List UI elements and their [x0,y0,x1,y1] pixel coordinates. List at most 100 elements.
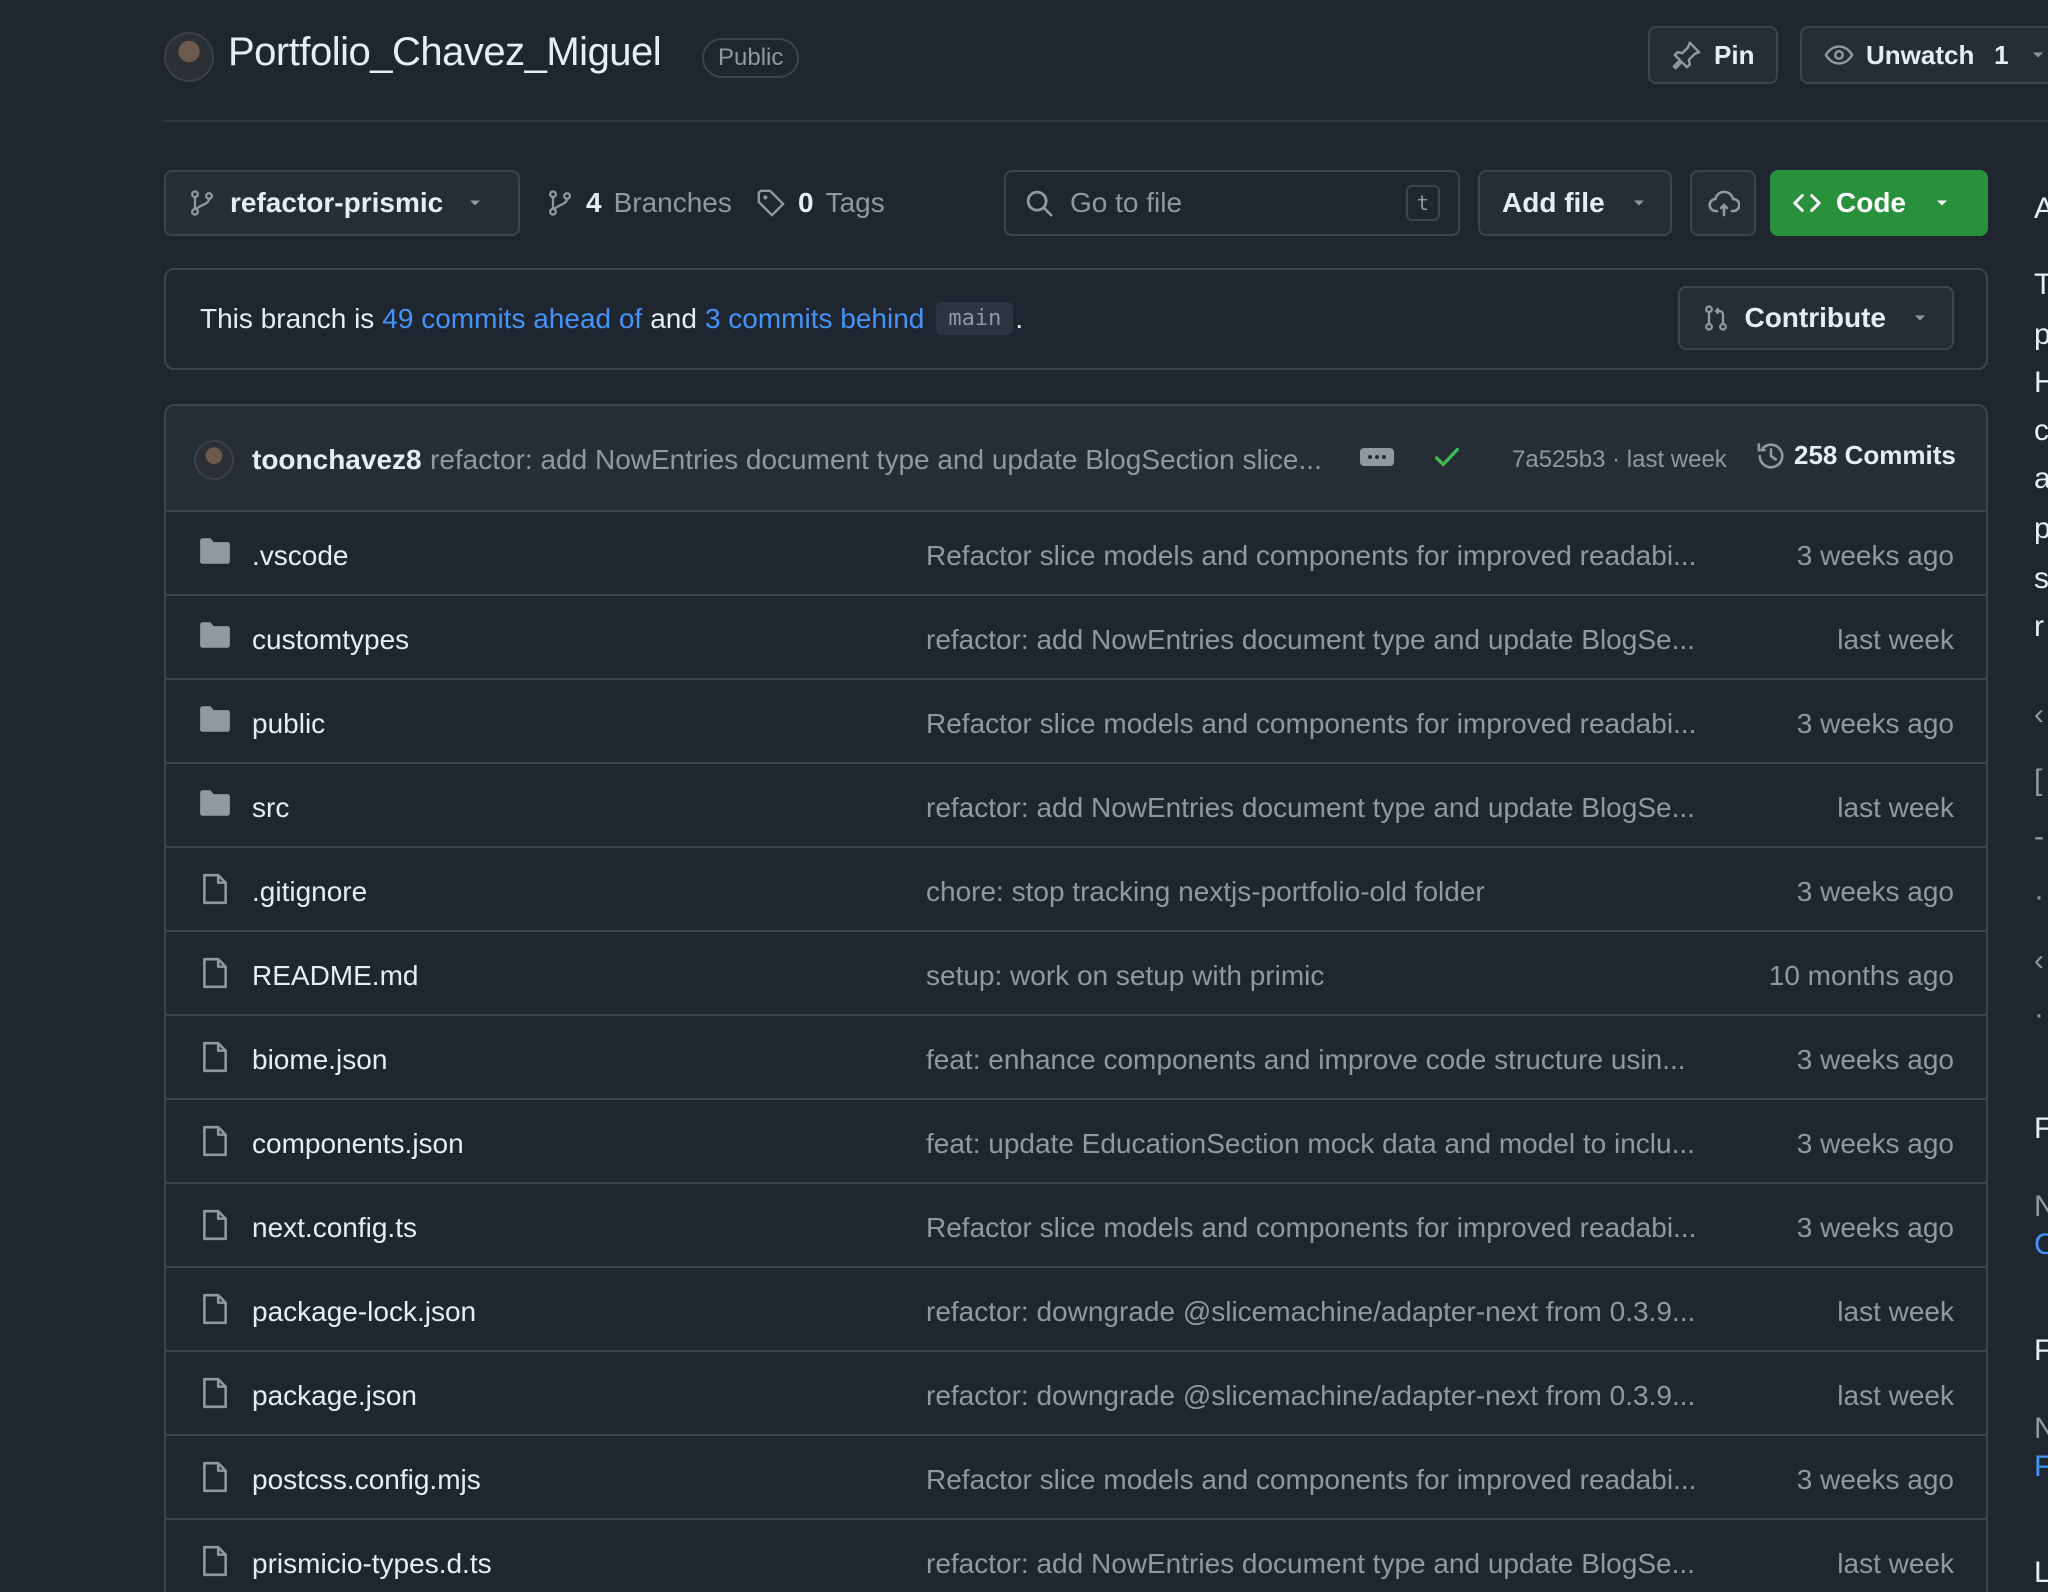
branch-selector[interactable]: refactor-prismic [164,170,520,236]
pin-button[interactable]: Pin [1648,26,1779,84]
add-file-button[interactable]: Add file [1478,170,1672,236]
file-icon [200,1124,230,1158]
sidebar-link-fragment[interactable]: F [2034,1450,2048,1484]
branch-status-suffix: . [1015,302,1024,334]
sidebar-icon-fragment: ‹ [2034,698,2044,731]
file-commit-message[interactable]: refactor: downgrade @slicemachine/adapte… [926,1296,1695,1328]
cloud-sync-icon [1708,187,1740,219]
contribute-button[interactable]: Contribute [1678,286,1954,350]
file-commit-time: 10 months ago [1768,960,1954,991]
tags-link[interactable]: 0 Tags [756,170,885,236]
commit-hash-time[interactable]: 7a525b3 · last week [1512,446,1727,474]
watch-dropdown-icon[interactable] [2028,45,2048,65]
file-row[interactable]: README.md setup: work on setup with primi… [166,932,1986,1016]
pin-icon [1672,40,1702,70]
file-commit-message[interactable]: feat: update EducationSection mock data … [926,1128,1695,1160]
file-name-link[interactable]: src [252,792,289,824]
file-name-link[interactable]: customtypes [252,624,409,656]
sidebar-text-fragment: p [2034,318,2048,351]
go-to-file-input[interactable]: Go to file t [1004,170,1460,236]
file-commit-time: 3 weeks ago [1796,876,1954,907]
file-commit-message[interactable]: refactor: add NowEntries document type a… [926,1548,1695,1580]
code-icon [1792,188,1822,218]
file-commit-message[interactable]: chore: stop tracking nextjs-portfolio-ol… [926,876,1485,908]
file-commit-message[interactable]: Refactor slice models and components for… [926,1464,1696,1496]
file-name-link[interactable]: package.json [252,1380,417,1412]
tag-icon [756,188,786,218]
file-name-link[interactable]: next.config.ts [252,1212,417,1244]
file-row[interactable]: customtypes refactor: add NowEntries docu… [166,596,1986,680]
sidebar-text-fragment: T [2034,268,2048,301]
file-name-link[interactable]: biome.json [252,1044,387,1076]
file-commit-time: 3 weeks ago [1796,1464,1954,1495]
file-icon [200,1544,230,1578]
branches-link[interactable]: 4 Branches [546,170,732,236]
file-commit-message[interactable]: Refactor slice models and components for… [926,708,1696,740]
file-row[interactable]: biome.json feat: enhance components and i… [166,1016,1986,1100]
file-commit-message[interactable]: Refactor slice models and components for… [926,1212,1696,1244]
file-commit-time: 3 weeks ago [1796,1044,1954,1075]
code-dropdown-icon [1932,193,1952,213]
file-name-link[interactable]: package-lock.json [252,1296,476,1328]
file-name-link[interactable]: README.md [252,960,418,992]
file-commit-time: 3 weeks ago [1796,708,1954,739]
file-commit-message[interactable]: refactor: add NowEntries document type a… [926,792,1695,824]
sidebar-heading-fragment: F [2034,1112,2048,1145]
file-row[interactable]: package-lock.json refactor: downgrade @sl… [166,1268,1986,1352]
repo-name[interactable]: Portfolio_Chavez_Miguel [228,30,662,75]
file-row[interactable]: prismicio-types.d.ts refactor: add NowEnt… [166,1520,1986,1592]
file-table: toonchavez8 refactor: add NowEntries doc… [164,404,1988,1592]
sidebar-link-fragment[interactable]: C [2034,1228,2048,1262]
owner-avatar[interactable] [164,32,214,82]
codespaces-button[interactable] [1690,170,1756,236]
file-name-link[interactable]: components.json [252,1128,464,1160]
file-commit-message[interactable]: Refactor slice models and components for… [926,540,1696,572]
commit-author[interactable]: toonchavez8 [252,444,422,476]
file-row[interactable]: .vscode Refactor slice models and compone… [166,512,1986,596]
commits-count: 258 Commits [1794,440,1956,470]
tags-label: Tags [825,187,885,218]
file-icon [200,1292,230,1326]
folder-icon [198,620,232,650]
file-commit-message[interactable]: feat: enhance components and improve cod… [926,1044,1686,1076]
file-commit-time: last week [1837,1380,1954,1411]
watch-label: Unwatch [1866,39,1975,70]
file-row[interactable]: .gitignore chore: stop tracking nextjs-po… [166,848,1986,932]
ellipsis-icon[interactable] [1360,448,1394,466]
folder-icon [198,536,232,566]
file-commit-message[interactable]: refactor: downgrade @slicemachine/adapte… [926,1380,1695,1412]
file-row[interactable]: postcss.config.mjs Refactor slice models … [166,1436,1986,1520]
commit-message[interactable]: refactor: add NowEntries document type a… [430,444,1330,476]
file-icon [200,1376,230,1410]
file-icon [200,1208,230,1242]
sidebar-text-fragment: a [2034,462,2048,495]
sidebar-icon-fragment: [ [2034,764,2043,797]
file-name-link[interactable]: .gitignore [252,876,367,908]
file-icon [200,1460,230,1494]
file-name-link[interactable]: prismicio-types.d.ts [252,1548,492,1580]
code-button[interactable]: Code [1770,170,1988,236]
file-row[interactable]: public Refactor slice models and componen… [166,680,1986,764]
file-commit-time: 3 weeks ago [1796,1128,1954,1159]
file-icon [200,1040,230,1074]
sidebar-icon-fragment: ‹ [2034,944,2044,977]
file-name-link[interactable]: .vscode [252,540,349,572]
file-commit-message[interactable]: setup: work on setup with primic [926,960,1324,992]
file-row[interactable]: src refactor: add NowEntries document typ… [166,764,1986,848]
branch-status-and: and [650,302,697,334]
commits-ahead-link[interactable]: 49 commits ahead of [382,303,642,335]
commits-history-link[interactable]: 258 Commits [1756,440,1956,471]
file-name-link[interactable]: public [252,708,325,740]
file-row[interactable]: package.json refactor: downgrade @slicema… [166,1352,1986,1436]
sidebar-heading-fragment: F [2034,1334,2048,1367]
commits-behind-link[interactable]: 3 commits behind [705,303,924,335]
author-avatar[interactable] [194,440,234,480]
code-label: Code [1836,187,1906,218]
check-icon[interactable] [1432,442,1462,472]
file-row[interactable]: components.json feat: update EducationSec… [166,1100,1986,1184]
file-commit-message[interactable]: refactor: add NowEntries document type a… [926,624,1695,656]
watch-button[interactable]: Unwatch 1 [1800,26,2048,84]
file-row[interactable]: next.config.ts Refactor slice models and … [166,1184,1986,1268]
file-name-link[interactable]: postcss.config.mjs [252,1464,481,1496]
folder-icon [198,788,232,818]
